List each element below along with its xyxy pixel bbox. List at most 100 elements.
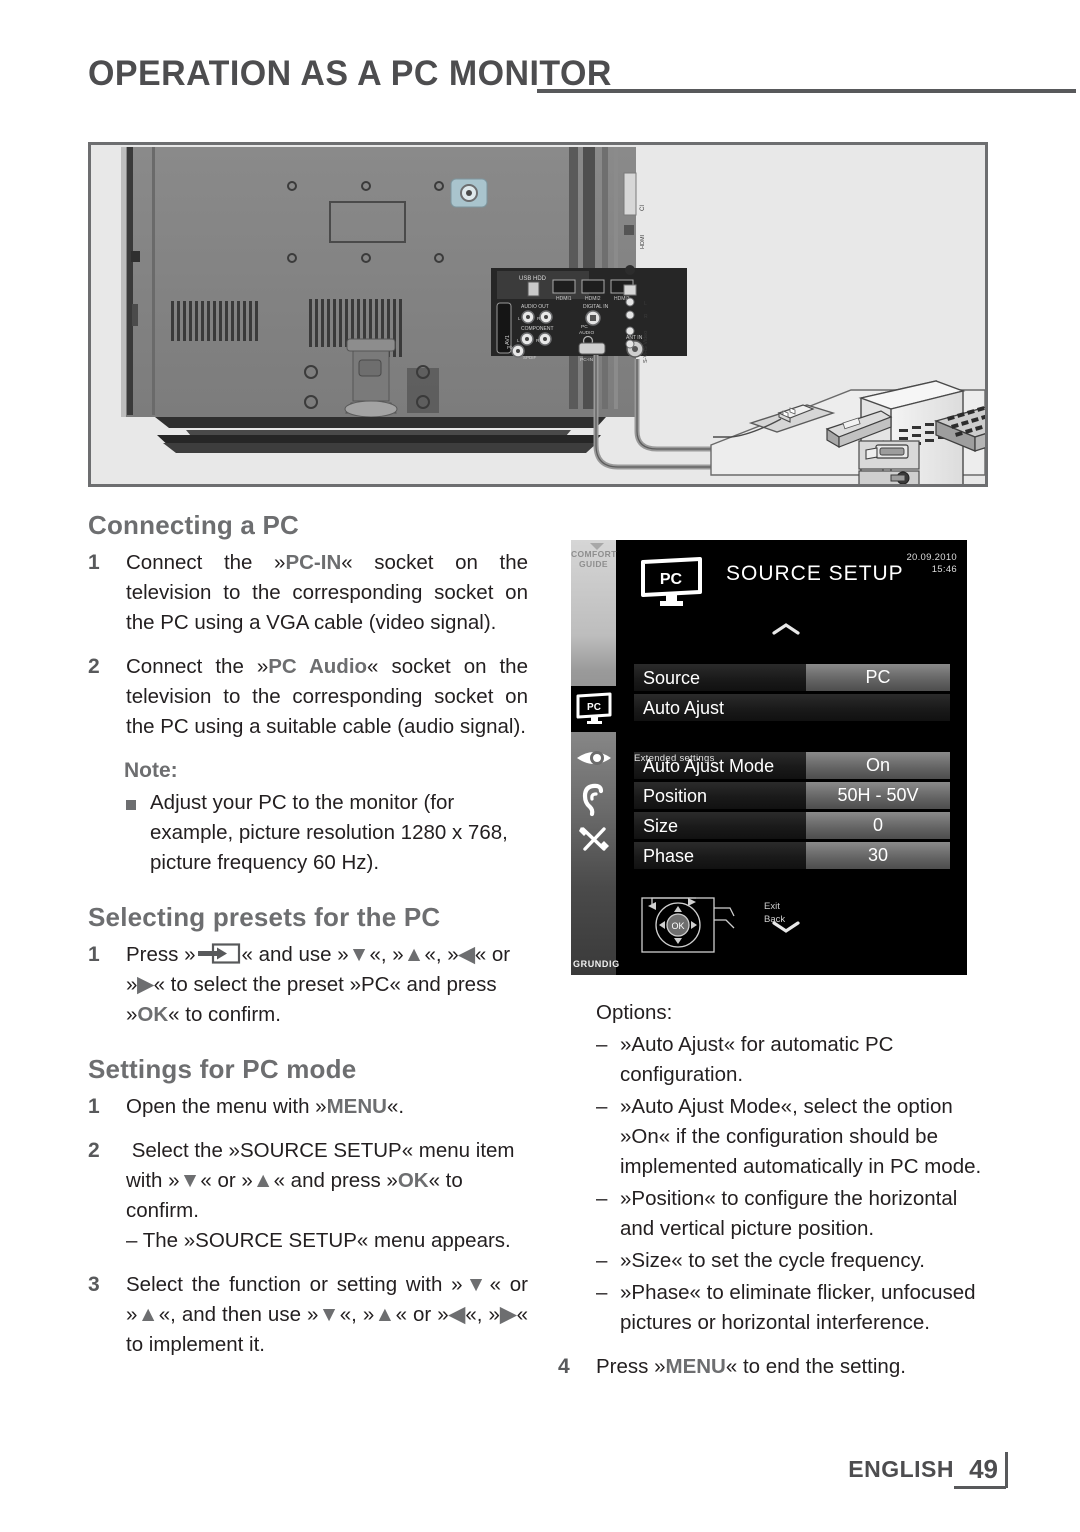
osd-row-label: Source <box>643 668 701 688</box>
label-audio-out: AUDIO OUT <box>521 304 549 310</box>
glyph-down-icon: ▼ <box>179 1169 201 1192</box>
comfort-guide-label: COMFORT GUIDE <box>571 549 617 569</box>
svg-text:R: R <box>644 314 648 320</box>
step-number: 4 <box>558 1355 570 1378</box>
step-substep: – The »SOURCE SETUP« menu appears. <box>126 1229 511 1252</box>
osd-row-value[interactable]: On <box>806 752 950 779</box>
option-position: – »Position« to configure the horizontal… <box>558 1184 990 1244</box>
label-av1: AV1 <box>505 335 511 345</box>
key-menu: MENU <box>326 1095 387 1118</box>
option-text: »Phase« to eliminate flicker, unfocused … <box>620 1281 976 1334</box>
step-number: 3 <box>88 1273 100 1296</box>
illustration-svg: USB HDD HDMI1 HDMI2 HDMI3 AV1 AUDIO OUT <box>91 145 985 484</box>
osd-row-position[interactable]: Position 50H - 50V <box>634 782 950 809</box>
key-ok: OK <box>397 1169 429 1192</box>
key-pc-in: PC-IN <box>285 551 342 574</box>
option-auto-ajust-mode: – »Auto Ajust Mode«, select the option »… <box>558 1092 990 1182</box>
osd-datetime: 20.09.2010 15:46 <box>906 552 957 576</box>
tools-settings-icon <box>578 827 609 851</box>
step-text: Connect the »PC Audio« socket on the tel… <box>126 655 528 738</box>
step-number: 2 <box>88 655 100 678</box>
glyph-down-icon: ▼ <box>462 1273 490 1296</box>
osd-row-phase[interactable]: Phase 30 <box>634 842 950 869</box>
osd-row-value[interactable]: 50H - 50V <box>806 782 950 809</box>
label-pc-audio: PC <box>581 324 588 330</box>
dpad-ok-icon: OK <box>641 897 735 953</box>
option-size: – »Size« to set the cycle frequency. <box>558 1246 990 1276</box>
navigation-key-labels: Exit Back <box>764 900 785 926</box>
header-rule <box>537 89 1076 93</box>
page-header: OPERATION AS A PC MONITOR <box>88 52 1076 104</box>
option-text: »Auto Ajust« for automatic PC configurat… <box>620 1033 894 1086</box>
step-text: Press » « and use »▼«, »▲«, »◀« or »▶« to… <box>126 943 511 1026</box>
label-usb-hdd: USB HDD <box>519 276 547 282</box>
step-text: Press »MENU« to end the setting. <box>596 1355 906 1378</box>
label-hdmi2: HDMI2 <box>585 296 601 302</box>
dash-marker: – <box>596 1249 608 1272</box>
osd-row-size[interactable]: Size 0 <box>634 812 950 839</box>
label-hdmi-side: HDMI <box>640 234 646 249</box>
key-pc-audio: PC Audio <box>268 655 368 678</box>
svg-text:PC: PC <box>587 702 601 713</box>
note-heading: Note: <box>124 759 178 782</box>
step-select-preset: 1 Press » « and use »▼«, »▲«, »◀« or »▶« … <box>88 940 528 1030</box>
glyph-left-icon: ◀ <box>458 943 475 966</box>
osd-row-value[interactable]: PC <box>806 664 950 691</box>
osd-row-label: Auto Ajust <box>643 698 725 718</box>
svg-text:AUDIO: AUDIO <box>579 330 594 336</box>
rail-item-settings[interactable] <box>571 823 616 860</box>
options-label: Options: <box>596 1001 673 1024</box>
label-svhs-video: S-VHS Video <box>643 331 649 363</box>
osd-body: PC SOURCE SETUP 20.09.2010 15:46 Source … <box>616 540 967 975</box>
label-ci: CI <box>640 205 646 211</box>
osd-row-auto-ajust[interactable]: Auto Ajust <box>634 694 950 721</box>
svg-text:L: L <box>644 301 647 307</box>
label-spdif: SPDIF <box>523 355 537 360</box>
glyph-up-icon: ▲ <box>374 1303 396 1326</box>
step-open-menu: 1 Open the menu with »MENU«. <box>88 1092 528 1122</box>
rail-item-pc[interactable]: PC <box>571 692 616 731</box>
pc-monitor-header-icon: PC <box>641 557 702 606</box>
glyph-right-icon: ▶ <box>499 1303 517 1326</box>
svg-text:Pb: Pb <box>507 345 513 350</box>
note-text: Adjust your PC to the monitor (for examp… <box>150 791 508 874</box>
step-number: 1 <box>88 551 100 574</box>
osd-row-label: Position <box>643 786 708 806</box>
right-column: Options: – »Auto Ajust« for automatic PC… <box>558 998 990 1396</box>
option-text: »Auto Ajust Mode«, select the option »On… <box>620 1095 982 1178</box>
manual-page: OPERATION AS A PC MONITOR USB HDD HDMI1 … <box>0 0 1080 1532</box>
svg-text:PC: PC <box>660 571 683 588</box>
option-phase: – »Phase« to eliminate flicker, unfocuse… <box>558 1278 990 1338</box>
label-component: COMPONENT <box>521 326 554 332</box>
nav-back-label: Back <box>764 914 786 925</box>
option-auto-ajust: – »Auto Ajust« for automatic PC configur… <box>558 1030 990 1090</box>
tv-connector-panel: USB HDD HDMI1 HDMI2 HDMI3 AV1 AUDIO OUT <box>491 268 687 363</box>
rail-item-sound[interactable] <box>571 783 616 822</box>
glyph-right-icon: ▶ <box>137 973 154 996</box>
option-text: »Position« to configure the horizontal a… <box>620 1187 958 1240</box>
osd-row-source[interactable]: Source PC <box>634 664 950 691</box>
key-menu: MENU <box>665 1355 726 1378</box>
option-text: »Size« to set the cycle frequency. <box>620 1249 926 1272</box>
osd-row-value[interactable]: 30 <box>806 842 950 869</box>
label-digital-in: DIGITAL IN <box>583 304 609 310</box>
glyph-left-icon: ◀ <box>448 1303 466 1326</box>
osd-source-setup-screenshot: COMFORT GUIDE PC GRUNDIG PC SOURCE SETUP… <box>571 540 967 975</box>
page-title: OPERATION AS A PC MONITOR <box>88 54 612 93</box>
glyph-down-icon: ▼ <box>348 943 370 966</box>
osd-row-value[interactable]: 0 <box>806 812 950 839</box>
osd-left-rail: COMFORT GUIDE PC GRUNDIG <box>571 540 619 975</box>
tv-pc-connection-illustration: USB HDD HDMI1 HDMI2 HDMI3 AV1 AUDIO OUT <box>88 142 988 487</box>
osd-date: 20.09.2010 <box>906 552 957 563</box>
step-connect-pc-in: 1 Connect the »PC-IN« socket on the tele… <box>88 548 528 638</box>
glyph-up-icon: ▲ <box>137 1303 159 1326</box>
nav-exit-label: Exit <box>764 901 780 912</box>
footer-page-number: 49 <box>969 1454 998 1484</box>
dash-marker: – <box>596 1281 608 1304</box>
step-select-source-setup: 2 Select the »SOURCE SETUP« menu item wi… <box>88 1136 528 1256</box>
scroll-up-icon[interactable] <box>771 620 801 641</box>
dash-marker: – <box>596 1187 608 1210</box>
footer-vertical-rule <box>1005 1452 1008 1488</box>
rail-item-picture[interactable] <box>571 745 616 776</box>
svg-text:OK: OK <box>671 921 684 931</box>
